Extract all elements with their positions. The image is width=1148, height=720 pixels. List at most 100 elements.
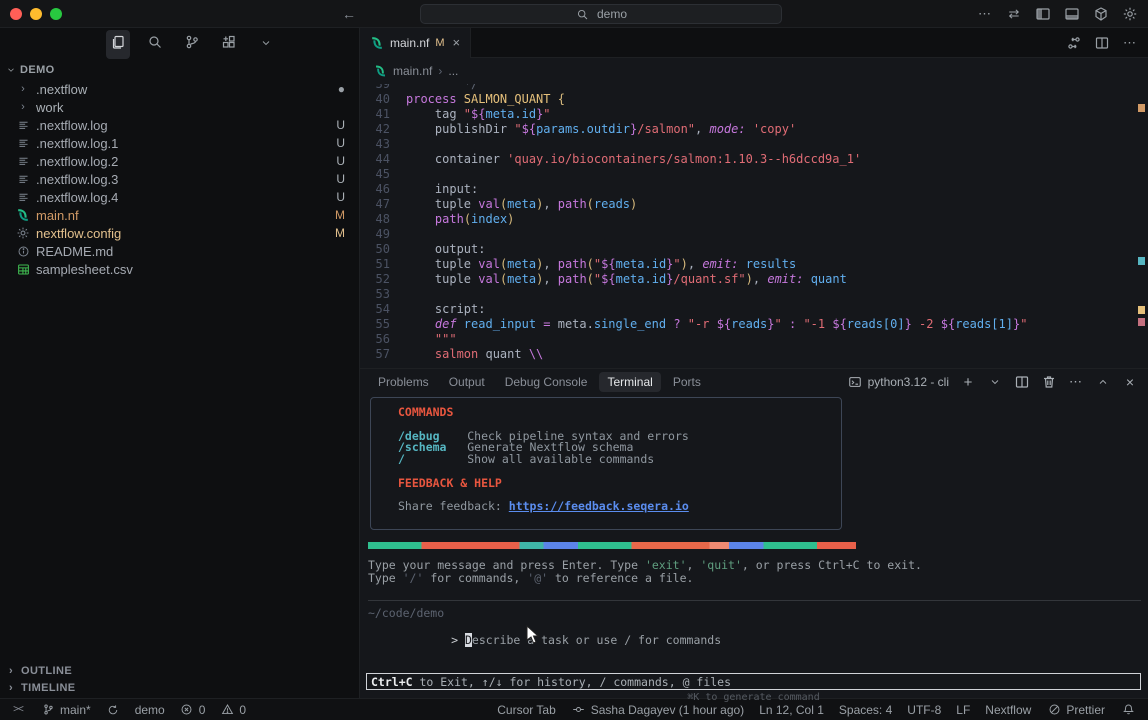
chevron-up-icon[interactable] (1095, 374, 1111, 390)
cube-icon[interactable] (1093, 6, 1109, 22)
more-icon[interactable]: ⋯ (1122, 35, 1138, 51)
gear-icon[interactable] (1122, 6, 1138, 22)
back-icon[interactable]: ← (342, 6, 356, 22)
overview-ruler-mark (1138, 306, 1145, 314)
statusbar-spaces-4[interactable]: Spaces: 4 (839, 703, 892, 717)
mouse-cursor (525, 625, 541, 648)
explorer-item-main-nf[interactable]: main.nfM (0, 206, 359, 224)
activity-files-button[interactable] (106, 30, 130, 59)
explorer-item-readme-md[interactable]: README.md (0, 242, 359, 260)
panel-tab-ports[interactable]: Ports (665, 372, 709, 392)
statusbar-cursor-tab[interactable]: Cursor Tab (497, 703, 555, 717)
bottom-panel: ProblemsOutputDebug ConsoleTerminalPorts… (360, 368, 1148, 698)
explorer-item--nextflow-log-1[interactable]: .nextflow.log.1U (0, 134, 359, 152)
code-editor[interactable]: 39 */40process SALMON_QUANT {41 tag "${m… (360, 84, 1148, 368)
terminal-line: Share feedback: https://feedback.seqera.… (398, 501, 841, 513)
code-line-50: 50 output: (360, 242, 1148, 257)
statusbar-0[interactable]: 0 (219, 702, 246, 718)
tab-label: main.nf (390, 36, 429, 50)
terminal-placeholder: escribe a task or use / for commands (472, 633, 721, 647)
explorer-item--nextflow-log[interactable]: .nextflow.logU (0, 116, 359, 134)
breadcrumb[interactable]: main.nf › ... (360, 58, 1148, 84)
split-icon[interactable] (1094, 35, 1110, 51)
explorer-item-work[interactable]: ›work (0, 98, 359, 116)
file-label: .nextflow.log.4 (36, 190, 118, 205)
statusbar-nextflow[interactable]: Nextflow (985, 703, 1031, 717)
close-window-button[interactable] (10, 8, 22, 20)
statusbar-ln-12-col-1[interactable]: Ln 12, Col 1 (759, 703, 824, 717)
sidebar-section-timeline[interactable]: › TIMELINE (0, 679, 359, 696)
statusbar-lf[interactable]: LF (956, 703, 970, 717)
feedback-link[interactable]: https://feedback.seqera.io (509, 499, 689, 513)
close-icon[interactable]: × (1122, 374, 1138, 390)
activity-bar (0, 28, 359, 60)
title-bar: ← demo ⋯ ⇄ (0, 0, 1148, 28)
tab-close-icon[interactable]: × (453, 35, 461, 50)
code-line-55: 55 def read_input = meta.single_end ? "-… (360, 317, 1148, 332)
terminal-line: / Show all available commands (398, 454, 841, 466)
terminal-input[interactable]: > Describe a task or use / for commands (368, 619, 721, 661)
activity-source-control-button[interactable] (180, 30, 204, 59)
git-status-badge: M (335, 226, 345, 240)
more-icon[interactable]: ⋯ (1068, 374, 1084, 390)
remote-icon: >< (10, 702, 26, 718)
sync-icon (105, 702, 121, 718)
file-label: main.nf (36, 208, 79, 223)
tab-main-nf[interactable]: main.nf M × (360, 28, 471, 58)
terminal-line: COMMANDS (398, 407, 841, 419)
code-line-45: 45 (360, 167, 1148, 182)
activity-extensions-button[interactable] (217, 30, 241, 59)
code-line-42: 42 publishDir "${params.outdir}/salmon",… (360, 122, 1148, 137)
git-status-badge: U (336, 190, 345, 204)
explorer-item--nextflow[interactable]: ›.nextflow● (0, 80, 359, 98)
statusbar-prettier[interactable]: Prettier (1046, 702, 1105, 718)
explorer-item--nextflow-log-2[interactable]: .nextflow.log.2U (0, 152, 359, 170)
nextflow-icon (370, 36, 384, 50)
explorer-item--nextflow-log-3[interactable]: .nextflow.log.3U (0, 170, 359, 188)
explorer-item-samplesheet-csv[interactable]: samplesheet.csv (0, 260, 359, 278)
gradient-divider (368, 542, 856, 549)
overview-ruler-mark (1138, 318, 1145, 326)
panel-tab-output[interactable]: Output (441, 372, 493, 392)
statusbar-demo[interactable]: demo (135, 703, 165, 717)
zoom-window-button[interactable] (50, 8, 62, 20)
trash-icon[interactable] (1041, 374, 1057, 390)
statusbar-utf-8[interactable]: UTF-8 (907, 703, 941, 717)
statusbar-sasha-dagayev-1-hour-ago[interactable]: Sasha Dagayev (1 hour ago) (571, 702, 744, 718)
statusbar-0[interactable]: 0 (179, 702, 206, 718)
panel-tab-problems[interactable]: Problems (370, 372, 437, 392)
activity-search-button[interactable] (143, 30, 167, 59)
nextflow-icon (16, 208, 30, 222)
statusbar-label: LF (956, 703, 970, 717)
terminal-selector[interactable]: python3.12 - cli (847, 374, 949, 390)
split-icon[interactable] (1014, 374, 1030, 390)
more-icon[interactable]: ⋯ (977, 6, 993, 22)
activity-chevron-down-button[interactable] (254, 31, 278, 58)
terminal-view[interactable]: COMMANDS /debug Check pipeline syntax an… (360, 395, 1148, 698)
statusbar-bell[interactable] (1120, 702, 1136, 718)
explorer-item-nextflow-config[interactable]: nextflow.configM (0, 224, 359, 242)
source-control-icon (184, 34, 200, 50)
panel-tab-debug-console[interactable]: Debug Console (497, 372, 596, 392)
layout-sidebar-icon[interactable] (1035, 6, 1051, 22)
commit-icon (571, 702, 587, 718)
layout-panel-icon[interactable] (1064, 6, 1080, 22)
sidebar-section-outline[interactable]: › OUTLINE (0, 662, 359, 679)
panel-tab-bar: ProblemsOutputDebug ConsoleTerminalPorts… (360, 369, 1148, 395)
explorer-item--nextflow-log-4[interactable]: .nextflow.log.4 U (0, 188, 359, 206)
plus-icon[interactable]: + (960, 374, 976, 390)
compare-icon[interactable] (1066, 35, 1082, 51)
terminal-help-box: COMMANDS /debug Check pipeline syntax an… (370, 397, 842, 530)
code-line-40: 40process SALMON_QUANT { (360, 92, 1148, 107)
chevron-down-icon[interactable] (987, 374, 1003, 390)
command-center-search[interactable]: demo (420, 4, 782, 24)
breadcrumb-separator: › (438, 64, 442, 78)
minimize-window-button[interactable] (30, 8, 42, 20)
statusbar-sync[interactable] (105, 702, 121, 718)
statusbar-main[interactable]: main* (40, 702, 91, 718)
sync-arrows-icon[interactable]: ⇄ (1006, 6, 1022, 22)
explorer-section-header[interactable]: DEMO (0, 60, 359, 80)
tab-modified-badge: M (435, 37, 444, 49)
panel-tab-terminal[interactable]: Terminal (599, 372, 660, 392)
statusbar-remote[interactable]: >< (10, 702, 26, 718)
